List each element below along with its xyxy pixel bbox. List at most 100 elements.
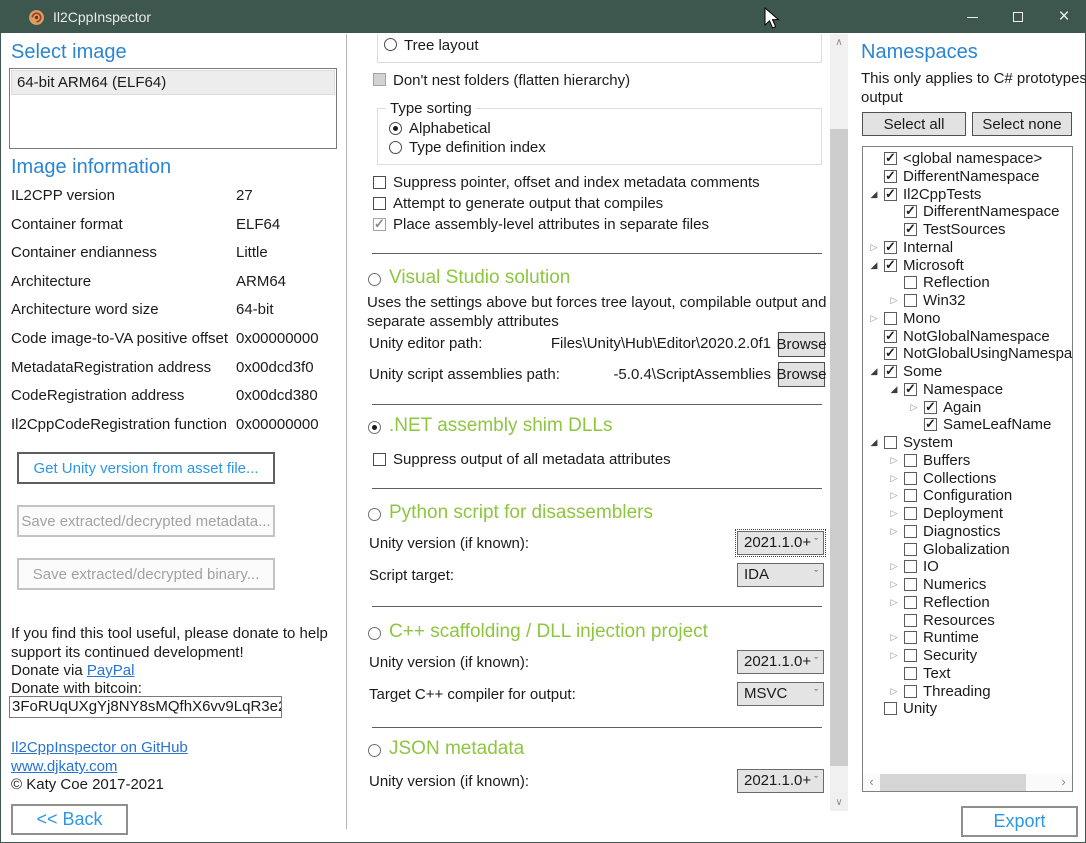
tree-checkbox[interactable] [904, 578, 917, 591]
website-link[interactable]: www.djkaty.com [11, 758, 117, 775]
select-all-button[interactable]: Select all [862, 112, 966, 136]
browse-editor-path-button[interactable]: Browse [778, 332, 825, 357]
compilable-output-checkbox[interactable] [373, 197, 386, 210]
tree-item[interactable]: ▷Security [863, 647, 1072, 664]
scroll-right-icon[interactable] [1055, 774, 1072, 791]
tree-checkbox[interactable] [904, 596, 917, 609]
unity-editor-path-value[interactable]: Files\Unity\Hub\Editor\2020.2.0f1 [521, 335, 771, 352]
tree-checkbox[interactable] [904, 667, 917, 680]
tree-expand-icon[interactable]: ▷ [887, 629, 901, 646]
suppress-metadata-attributes-checkbox[interactable] [373, 453, 386, 466]
python-unity-version-select[interactable]: 2021.1.0+ˇ [737, 531, 824, 555]
tree-item[interactable]: ▷Internal [863, 239, 1072, 256]
tree-expand-icon[interactable]: ▷ [887, 683, 901, 700]
minimize-button[interactable] [949, 1, 995, 33]
tree-checkbox[interactable] [884, 170, 897, 183]
tree-expand-icon[interactable]: ▷ [887, 558, 901, 575]
tree-checkbox[interactable] [904, 294, 917, 307]
tree-collapse-icon[interactable]: ◢ [887, 381, 901, 398]
tree-item[interactable]: NotGlobalUsingNamespace [863, 345, 1072, 362]
tree-expand-icon[interactable]: ▷ [867, 310, 881, 327]
maximize-button[interactable] [995, 1, 1041, 33]
tree-checkbox[interactable] [904, 205, 917, 218]
tree-layout-radio[interactable] [384, 38, 397, 51]
tree-item[interactable]: NotGlobalNamespace [863, 328, 1072, 345]
tree-checkbox[interactable] [904, 525, 917, 538]
tree-checkbox[interactable] [904, 507, 917, 520]
tree-item[interactable]: ▷Diagnostics [863, 523, 1072, 540]
namespaces-tree[interactable]: <global namespace>DifferentNamespace◢Il2… [862, 146, 1073, 792]
tree-item[interactable]: ◢System [863, 434, 1072, 451]
tree-item[interactable]: Reflection [863, 274, 1072, 291]
tree-checkbox[interactable] [884, 188, 897, 201]
tree-item[interactable]: ▷Configuration [863, 487, 1072, 504]
visual-studio-radio[interactable] [368, 273, 381, 286]
tree-item[interactable]: ◢Il2CppTests [863, 186, 1072, 203]
tree-item[interactable]: ◢Microsoft [863, 257, 1072, 274]
tree-expand-icon[interactable]: ▷ [887, 487, 901, 504]
cpp-scaffolding-radio[interactable] [368, 627, 381, 640]
tree-checkbox[interactable] [904, 631, 917, 644]
tree-item[interactable]: Globalization [863, 541, 1072, 558]
python-script-radio[interactable] [368, 508, 381, 521]
tree-item[interactable]: Text [863, 665, 1072, 682]
back-button[interactable]: << Back [11, 804, 128, 835]
tree-checkbox[interactable] [904, 472, 917, 485]
tree-item[interactable]: ▷Deployment [863, 505, 1072, 522]
tree-item[interactable]: ▷Runtime [863, 629, 1072, 646]
tree-expand-icon[interactable]: ▷ [907, 399, 921, 416]
tree-item[interactable]: ▷Again [863, 399, 1072, 416]
tree-checkbox[interactable] [904, 489, 917, 502]
tree-item[interactable]: Unity [863, 700, 1072, 717]
middle-scrollbar-thumb[interactable] [830, 129, 848, 766]
tree-expand-icon[interactable]: ▷ [887, 452, 901, 469]
github-link[interactable]: Il2CppInspector on GitHub [11, 739, 188, 756]
tree-collapse-icon[interactable]: ◢ [867, 257, 881, 274]
tree-expand-icon[interactable]: ▷ [887, 505, 901, 522]
tree-checkbox[interactable] [884, 702, 897, 715]
tree-checkbox[interactable] [904, 223, 917, 236]
tree-checkbox[interactable] [924, 401, 937, 414]
alphabetical-radio[interactable] [389, 122, 402, 135]
image-list-item[interactable]: 64-bit ARM64 (ELF64) [11, 70, 335, 95]
cpp-compiler-select[interactable]: MSVCˇ [737, 682, 824, 706]
tree-expand-icon[interactable]: ▷ [887, 576, 901, 593]
tree-checkbox[interactable] [884, 312, 897, 325]
tree-checkbox[interactable] [904, 454, 917, 467]
tree-checkbox[interactable] [884, 347, 897, 360]
tree-checkbox[interactable] [884, 241, 897, 254]
tree-item[interactable]: DifferentNamespace [863, 168, 1072, 185]
tree-hscrollbar-thumb[interactable] [880, 774, 1026, 791]
tree-collapse-icon[interactable]: ◢ [867, 186, 881, 203]
tree-item[interactable]: ▷Buffers [863, 452, 1072, 469]
suppress-metadata-comments-checkbox[interactable] [373, 176, 386, 189]
tree-item[interactable]: Resources [863, 612, 1072, 629]
tree-horizontal-scrollbar[interactable] [863, 774, 1072, 791]
export-button[interactable]: Export [961, 806, 1078, 837]
middle-scrollbar[interactable] [830, 34, 848, 811]
tree-expand-icon[interactable]: ▷ [887, 470, 901, 487]
tree-checkbox[interactable] [924, 418, 937, 431]
tree-expand-icon[interactable]: ▷ [887, 523, 901, 540]
tree-checkbox[interactable] [884, 330, 897, 343]
json-metadata-radio[interactable] [368, 744, 381, 757]
tree-expand-icon[interactable]: ▷ [887, 594, 901, 611]
get-unity-version-button[interactable]: Get Unity version from asset file... [17, 452, 275, 484]
browse-assemblies-path-button[interactable]: Browse [778, 362, 825, 387]
tree-checkbox[interactable] [904, 614, 917, 627]
script-target-select[interactable]: IDAˇ [737, 563, 824, 587]
tree-expand-icon[interactable]: ▷ [867, 239, 881, 256]
scroll-left-icon[interactable] [863, 774, 880, 791]
tree-checkbox[interactable] [904, 543, 917, 556]
image-listbox[interactable]: 64-bit ARM64 (ELF64) [9, 68, 337, 149]
select-none-button[interactable]: Select none [972, 112, 1072, 136]
json-unity-version-select[interactable]: 2021.1.0+ˇ [737, 769, 824, 793]
tree-item[interactable]: ▷Numerics [863, 576, 1072, 593]
tree-checkbox[interactable] [884, 436, 897, 449]
tree-checkbox[interactable] [904, 649, 917, 662]
tree-checkbox[interactable] [884, 365, 897, 378]
scroll-up-icon[interactable] [830, 34, 848, 51]
paypal-link[interactable]: PayPal [87, 662, 135, 679]
tree-checkbox[interactable] [904, 560, 917, 573]
tree-checkbox[interactable] [904, 276, 917, 289]
